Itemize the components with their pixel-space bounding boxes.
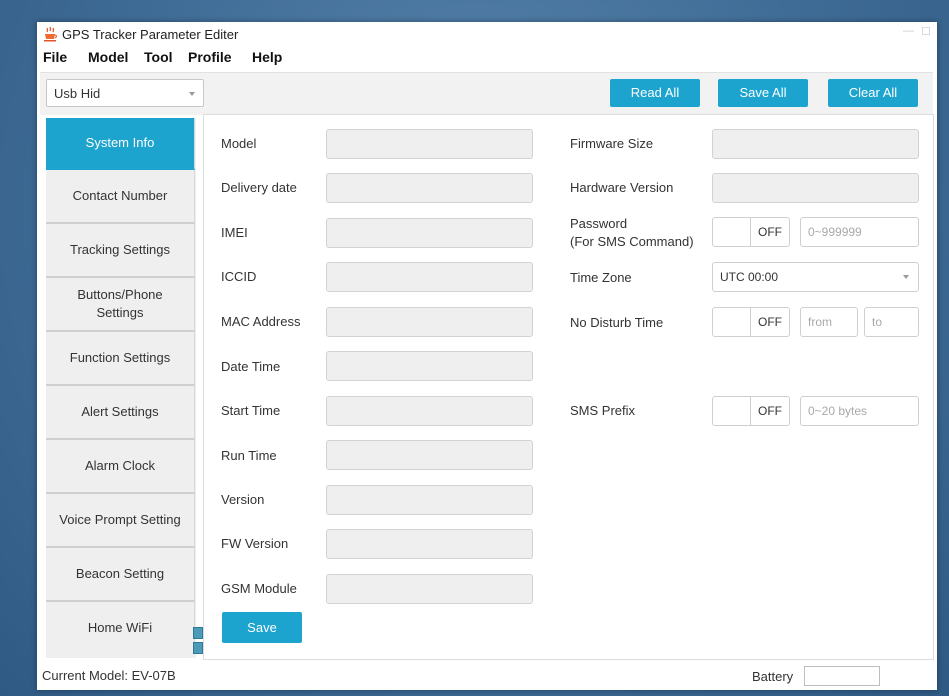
- firmware-size-field[interactable]: [712, 129, 919, 159]
- sidebar-item-label: Function Settings: [69, 350, 171, 365]
- sidebar-item-system-info[interactable]: System Info: [46, 118, 195, 170]
- sms-prefix-toggle[interactable]: OFF: [712, 396, 790, 426]
- scroll-down-button[interactable]: [193, 642, 203, 654]
- firmware-size-label: Firmware Size: [570, 136, 654, 151]
- save-all-button[interactable]: Save All: [718, 79, 808, 107]
- chevron-down-icon: [189, 92, 195, 96]
- version-field[interactable]: [326, 485, 533, 515]
- time-zone-label: Time Zone: [570, 270, 632, 285]
- sms-prefix-toggle-state: OFF: [750, 397, 789, 425]
- password-sublabel: (For SMS Command): [570, 234, 694, 249]
- sidebar-item-function-settings[interactable]: Function Settings: [46, 332, 195, 386]
- sms-prefix-input[interactable]: [800, 396, 919, 426]
- sidebar-item-beacon-setting[interactable]: Beacon Setting: [46, 548, 195, 602]
- save-button[interactable]: Save: [222, 612, 302, 643]
- clear-all-label: Clear All: [848, 85, 898, 100]
- no-disturb-toggle-state: OFF: [750, 308, 789, 336]
- version-label: Version: [221, 492, 265, 507]
- device-select-value: Usb Hid: [54, 86, 101, 101]
- sidebar-item-alert-settings[interactable]: Alert Settings: [46, 386, 195, 440]
- time-zone-select[interactable]: UTC 00:00: [712, 262, 919, 292]
- menu-profile[interactable]: Profile: [188, 49, 232, 65]
- password-toggle[interactable]: OFF: [712, 217, 790, 247]
- sidebar-item-label: Home WiFi: [87, 620, 153, 635]
- mac-address-label: MAC Address: [221, 314, 301, 329]
- password-input[interactable]: [800, 217, 919, 247]
- run-time-field[interactable]: [326, 440, 533, 470]
- sidebar-item-label: Buttons/Phone Settings: [77, 287, 163, 320]
- toolbar: Usb Hid Read All Save All Clear All: [40, 72, 933, 115]
- hardware-version-field[interactable]: [712, 173, 919, 203]
- imei-field[interactable]: [326, 218, 533, 248]
- hardware-version-label: Hardware Version: [570, 180, 674, 195]
- app-window: GPS Tracker Parameter Editer — ☐ File Mo…: [37, 22, 937, 690]
- sidebar: System Info Contact Number Tracking Sett…: [46, 118, 196, 658]
- no-disturb-toggle[interactable]: OFF: [712, 307, 790, 337]
- status-bar: Current Model: EV-07B Battery: [37, 662, 937, 690]
- cup-icon: [44, 26, 58, 42]
- gsm-module-field[interactable]: [326, 574, 533, 604]
- no-disturb-to-input[interactable]: [864, 307, 919, 337]
- sidebar-item-label: Alert Settings: [81, 404, 159, 419]
- mac-address-field[interactable]: [326, 307, 533, 337]
- read-all-label: Read All: [630, 85, 680, 100]
- chevron-down-icon: [903, 275, 909, 279]
- model-label: Model: [221, 136, 257, 151]
- close-icon[interactable]: ☐: [921, 25, 931, 38]
- menu-file[interactable]: File: [43, 49, 67, 65]
- time-zone-value: UTC 00:00: [720, 270, 779, 284]
- sidebar-item-home-wifi[interactable]: Home WiFi: [46, 602, 195, 654]
- password-toggle-state: OFF: [750, 218, 789, 246]
- no-disturb-from-input[interactable]: [800, 307, 858, 337]
- sidebar-item-label: Tracking Settings: [70, 242, 170, 257]
- battery-indicator: [804, 666, 880, 686]
- title-bar: GPS Tracker Parameter Editer — ☐: [37, 22, 937, 46]
- sidebar-item-label: Alarm Clock: [84, 458, 156, 473]
- device-select[interactable]: Usb Hid: [46, 79, 204, 107]
- sidebar-item-label: Voice Prompt Setting: [59, 512, 181, 527]
- sidebar-item-label: Contact Number: [72, 188, 168, 203]
- sidebar-item-voice-prompt-setting[interactable]: Voice Prompt Setting: [46, 494, 195, 548]
- run-time-label: Run Time: [221, 448, 277, 463]
- sms-prefix-label: SMS Prefix: [570, 403, 636, 418]
- sidebar-item-label: System Info: [85, 135, 155, 150]
- sidebar-item-buttons-phone-settings[interactable]: Buttons/Phone Settings: [46, 278, 195, 332]
- scroll-up-button[interactable]: [193, 627, 203, 639]
- window-title: GPS Tracker Parameter Editer: [62, 27, 239, 42]
- start-time-label: Start Time: [221, 403, 281, 418]
- sidebar-item-tracking-settings[interactable]: Tracking Settings: [46, 224, 195, 278]
- start-time-field[interactable]: [326, 396, 533, 426]
- delivery-date-field[interactable]: [326, 173, 533, 203]
- sidebar-item-alarm-clock[interactable]: Alarm Clock: [46, 440, 195, 494]
- menu-model[interactable]: Model: [88, 49, 128, 65]
- current-model-status: Current Model: EV-07B: [42, 668, 176, 683]
- date-time-field[interactable]: [326, 351, 533, 381]
- menu-tool[interactable]: Tool: [144, 49, 173, 65]
- save-button-label: Save: [247, 620, 277, 635]
- imei-label: IMEI: [221, 225, 248, 240]
- password-label: Password: [570, 216, 628, 231]
- clear-all-button[interactable]: Clear All: [828, 79, 918, 107]
- date-time-label: Date Time: [221, 359, 281, 374]
- no-disturb-label: No Disturb Time: [570, 315, 664, 330]
- iccid-field[interactable]: [326, 262, 533, 292]
- menu-bar: File Model Tool Profile Help: [37, 49, 937, 69]
- fw-version-label: FW Version: [221, 536, 289, 551]
- sidebar-item-contact-number[interactable]: Contact Number: [46, 170, 195, 224]
- minimize-icon[interactable]: —: [903, 25, 914, 37]
- sidebar-item-label: Beacon Setting: [75, 566, 165, 581]
- battery-label: Battery: [752, 669, 794, 684]
- menu-help[interactable]: Help: [252, 49, 282, 65]
- gsm-module-label: GSM Module: [221, 581, 297, 596]
- save-all-label: Save All: [739, 85, 787, 100]
- fw-version-field[interactable]: [326, 529, 533, 559]
- delivery-date-label: Delivery date: [221, 180, 297, 195]
- model-field[interactable]: [326, 129, 533, 159]
- iccid-label: ICCID: [221, 269, 257, 284]
- read-all-button[interactable]: Read All: [610, 79, 700, 107]
